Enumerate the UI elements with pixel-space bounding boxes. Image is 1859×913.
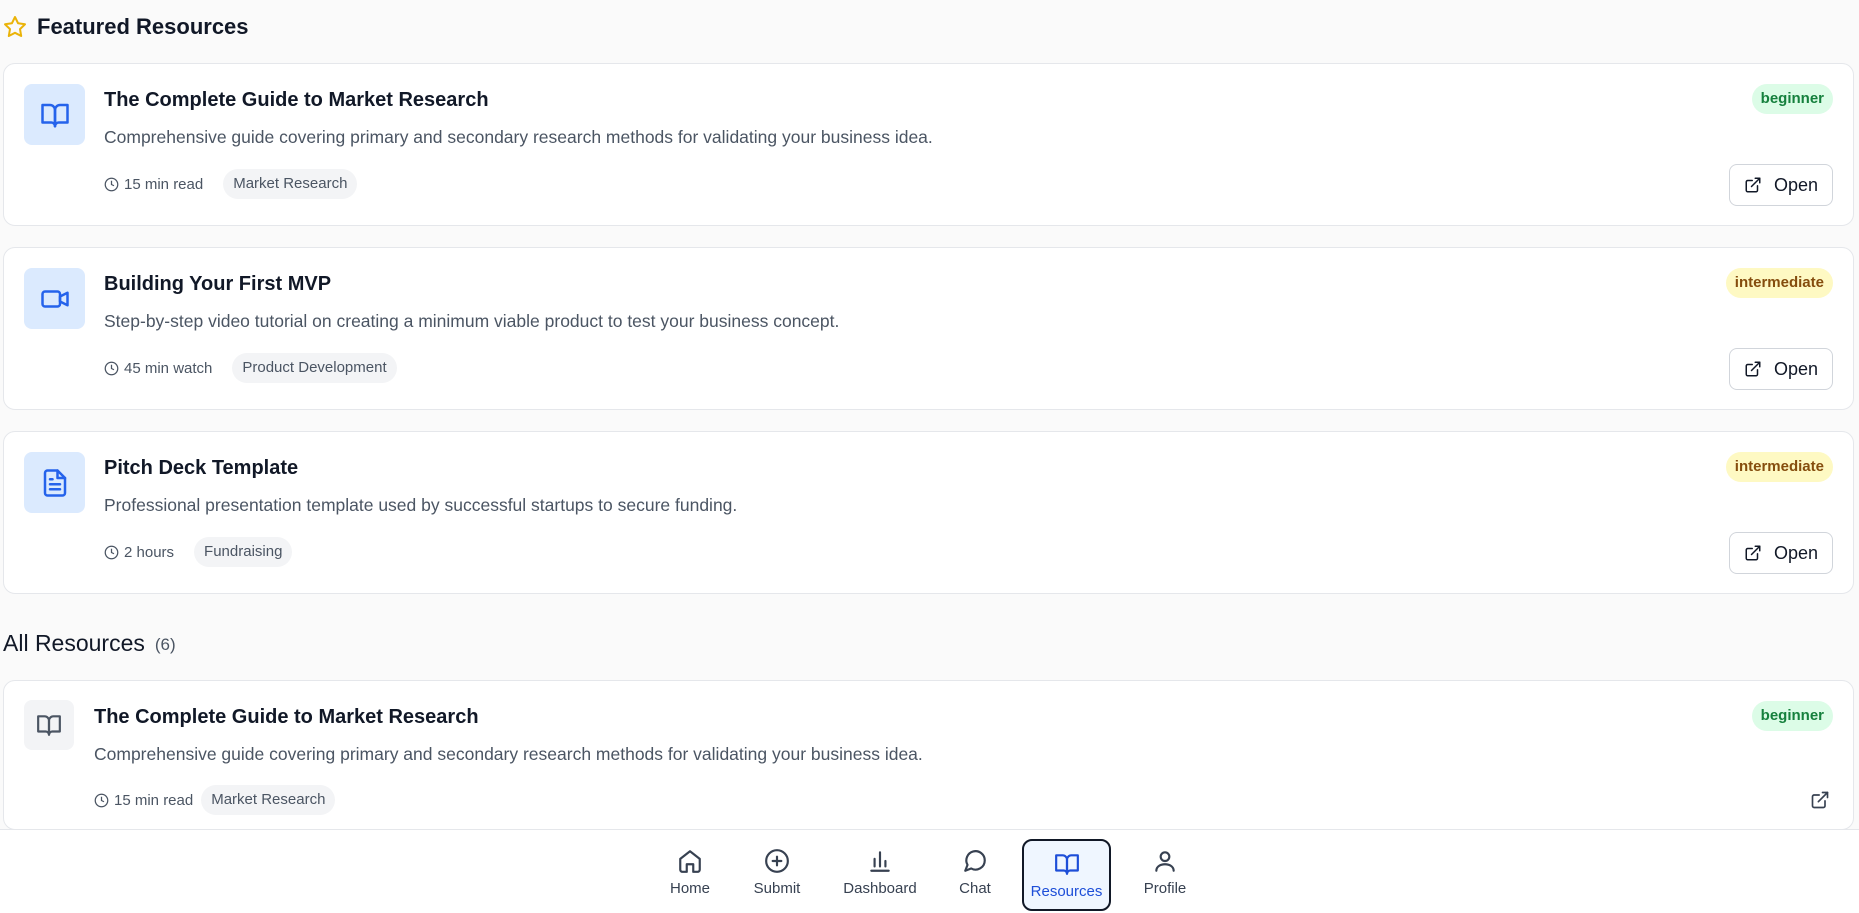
file-text-icon: [43, 468, 66, 497]
nav-chat-label: Chat: [959, 879, 991, 897]
resource-title: The Complete Guide to Market Research: [104, 89, 489, 111]
resource-meta: 15 min read Market Research: [104, 168, 358, 200]
resource-description: Professional presentation template used …: [104, 495, 738, 515]
resource-description: Comprehensive guide covering primary and…: [104, 127, 933, 147]
external-link-icon: [1745, 177, 1761, 193]
resource-count: (6): [154, 635, 176, 654]
open-button[interactable]: Open: [1729, 532, 1833, 574]
resource-thumbnail: [24, 84, 85, 145]
resource-thumbnail: [24, 700, 74, 750]
resource-category-tag: Market Research: [223, 169, 358, 199]
nav-dashboard-label: Dashboard: [843, 879, 917, 897]
nav-resources[interactable]: Resources: [1022, 839, 1111, 911]
open-button-label: Open: [1773, 358, 1819, 379]
resource-meta: 15 min read Market Research: [94, 784, 336, 816]
nav-chat[interactable]: Chat: [952, 840, 998, 904]
nav-profile[interactable]: Profile: [1140, 840, 1190, 904]
book-open-icon: [40, 103, 69, 127]
user-icon: [1155, 850, 1175, 872]
all-resources-header: All Resources (6): [3, 628, 176, 658]
clock-icon: [104, 361, 119, 375]
nav-resources-label: Resources: [1030, 882, 1103, 900]
resource-category-tag: Fundraising: [194, 537, 293, 567]
nav-home-label: Home: [669, 879, 710, 897]
clock-icon: [104, 177, 119, 191]
resource-description: Step-by-step video tutorial on creating …: [104, 311, 840, 331]
resource-duration: 15 min read: [114, 791, 194, 809]
home-icon: [679, 849, 701, 873]
nav-dashboard[interactable]: Dashboard: [840, 840, 920, 904]
resource-thumbnail: [24, 268, 85, 329]
clock-icon: [104, 545, 119, 559]
external-link-icon: [1811, 791, 1829, 809]
level-badge: beginner: [1751, 84, 1833, 114]
resource-category-tag: Product Development: [232, 353, 397, 383]
nav-home[interactable]: Home: [664, 840, 716, 904]
resource-title: Building Your First MVP: [104, 273, 332, 295]
featured-resource-card: Building Your First MVP Step-by-step vid…: [3, 247, 1854, 410]
open-link-button[interactable]: [1809, 789, 1831, 811]
level-badge: intermediate: [1725, 452, 1833, 482]
chat-bubble-icon: [964, 849, 986, 872]
book-open-icon: [1054, 853, 1079, 875]
resource-duration: 2 hours: [124, 543, 175, 561]
featured-resources-header: Featured Resources: [3, 12, 249, 42]
level-badge: intermediate: [1725, 268, 1833, 298]
nav-profile-label: Profile: [1143, 879, 1187, 897]
featured-resources-title: Featured Resources: [37, 14, 249, 39]
resource-meta: 2 hours Fundraising: [104, 536, 293, 568]
clock-icon: [94, 793, 109, 807]
bar-chart-icon: [870, 850, 890, 872]
external-link-icon: [1745, 361, 1761, 377]
open-button-label: Open: [1773, 174, 1819, 195]
open-button[interactable]: Open: [1729, 164, 1833, 206]
resource-list-item: The Complete Guide to Market Research Co…: [3, 680, 1854, 830]
nav-submit[interactable]: Submit: [748, 840, 806, 904]
plus-circle-icon: [765, 848, 789, 873]
star-icon: [4, 16, 26, 37]
level-badge: beginner: [1751, 701, 1833, 731]
featured-resource-card: Pitch Deck Template Professional present…: [3, 431, 1854, 594]
resource-duration: 15 min read: [124, 175, 204, 193]
external-link-icon: [1745, 545, 1761, 561]
resource-meta: 45 min watch Product Development: [104, 352, 397, 384]
open-button[interactable]: Open: [1729, 348, 1833, 390]
open-button-label: Open: [1773, 542, 1819, 563]
nav-submit-label: Submit: [753, 879, 801, 897]
resource-title: The Complete Guide to Market Research: [94, 706, 479, 728]
resource-thumbnail: [24, 452, 85, 513]
resource-description: Comprehensive guide covering primary and…: [94, 744, 923, 764]
book-open-icon: [37, 715, 61, 736]
resource-category-tag: Market Research: [201, 785, 336, 815]
resource-title: Pitch Deck Template: [104, 457, 299, 479]
bottom-navigation: Home Submit Dashboard Chat Resources Pro…: [0, 829, 1859, 913]
resource-duration: 45 min watch: [124, 359, 213, 377]
featured-resource-card: The Complete Guide to Market Research Co…: [3, 63, 1854, 226]
all-resources-title: All Resources: [3, 629, 145, 656]
video-icon: [40, 289, 69, 308]
